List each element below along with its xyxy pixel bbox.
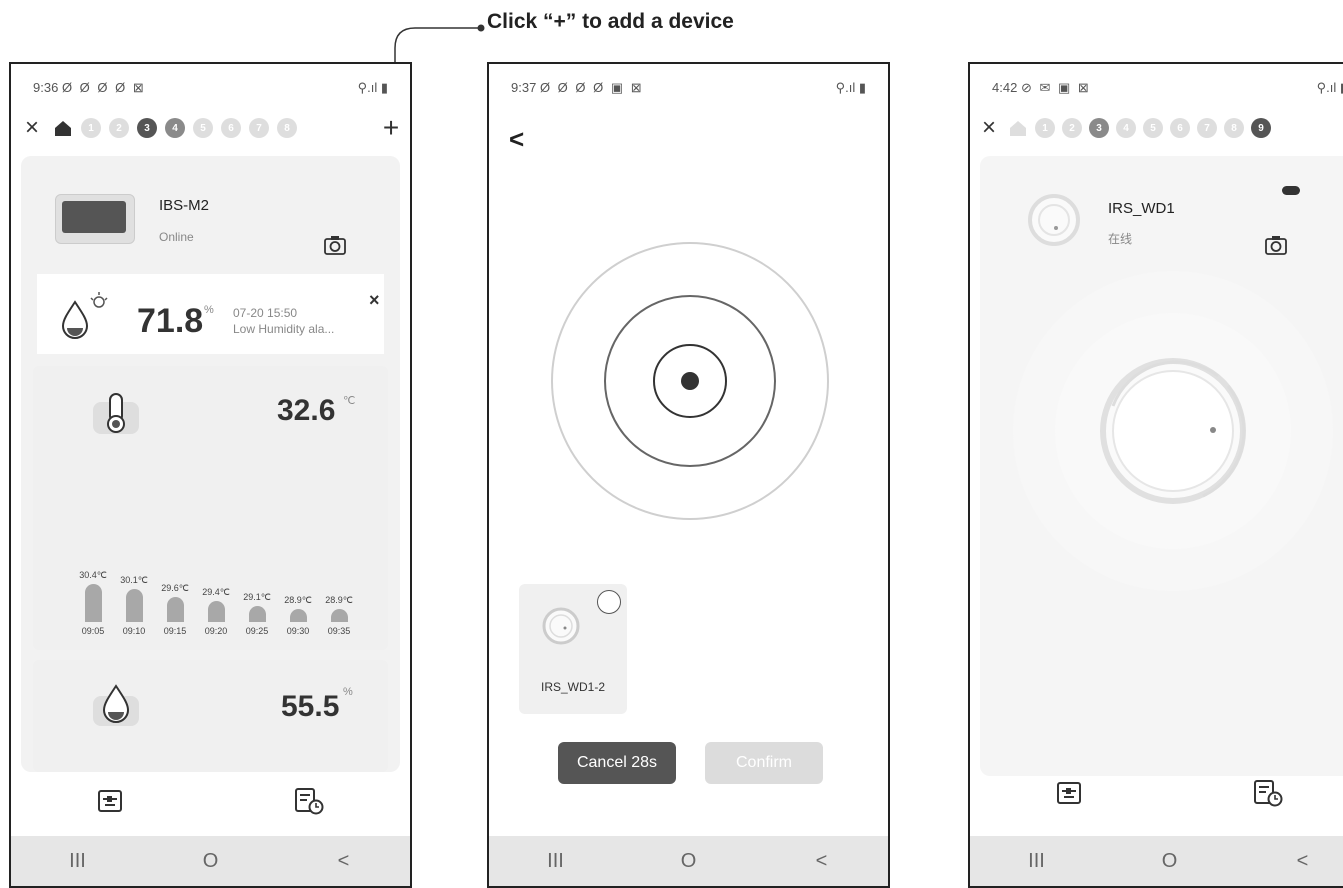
status-bar: 4:42 ⊘ ✉ ▣ ⊠ ⚲.ıl ▮	[992, 78, 1343, 98]
device-dot-1[interactable]: 1	[81, 118, 101, 138]
phone-screen-new-device: 4:42 ⊘ ✉ ▣ ⊠ ⚲.ıl ▮ × 1 2 3 4 5 6 7 8 9 …	[968, 62, 1343, 888]
device-page-dots: 1 2 3 4 5 6 7 8 9	[1008, 118, 1271, 138]
history-log-icon[interactable]	[294, 787, 324, 820]
device-dot-4[interactable]: 4	[165, 118, 185, 138]
battery-icon	[1282, 186, 1300, 195]
bottom-action-bar	[970, 770, 1343, 820]
callout-text: Click “+” to add a device	[487, 10, 734, 33]
humidity-unit: %	[343, 686, 353, 698]
device-status: 在线	[1108, 232, 1133, 246]
status-signal-icons: ⚲.ıl ▮	[835, 80, 866, 95]
device-tab-bar: × 1 2 3 4 5 6 7 8 +	[21, 112, 402, 144]
back-button[interactable]: <	[802, 850, 842, 873]
alarm-dismiss-button[interactable]: ×	[369, 290, 380, 311]
bottom-action-bar	[11, 778, 410, 828]
device-page-dots: 1 2 3 4 5 6 7 8	[53, 118, 297, 138]
phone-screen-device-search: 9:37 Ø Ø Ø Ø ▣ ⊠ ⚲.ıl ▮ < IRS_WD1-2 Canc…	[487, 62, 890, 888]
status-bar: 9:37 Ø Ø Ø Ø ▣ ⊠ ⚲.ıl ▮	[511, 78, 866, 98]
back-button[interactable]: <	[324, 850, 364, 873]
alarm-message: Low Humidity ala...	[233, 322, 335, 336]
device-thumbnail-icon	[1028, 194, 1080, 246]
alarm-unit: %	[204, 304, 214, 316]
device-dot-7[interactable]: 7	[1197, 118, 1217, 138]
status-time: 9:37	[511, 80, 537, 95]
settings-panel-icon[interactable]	[1056, 780, 1082, 811]
temperature-value: 32.6	[277, 394, 336, 427]
device-dot-1[interactable]: 1	[1035, 118, 1055, 138]
select-radio[interactable]	[597, 590, 621, 614]
system-nav-bar: III O <	[489, 836, 888, 886]
alarm-time: 07-20 15:50	[233, 306, 298, 320]
close-button[interactable]: ×	[21, 114, 43, 142]
system-nav-bar: III O <	[11, 836, 410, 886]
device-dot-8[interactable]: 8	[277, 118, 297, 138]
device-dot-3[interactable]: 3	[137, 118, 157, 138]
device-name: IBS-M2	[159, 197, 210, 214]
phone-screen-device-home: 9:36 Ø Ø Ø Ø ⊠ ⚲.ıl ▮ × 1 2 3 4 5 6 7 8 …	[9, 62, 412, 888]
camera-icon[interactable]	[323, 234, 347, 261]
recent-apps-button[interactable]: III	[1017, 850, 1057, 873]
status-notification-icons: Ø Ø Ø Ø ⊠	[61, 80, 146, 95]
confirm-button[interactable]: Confirm	[705, 742, 823, 784]
device-dot-4[interactable]: 4	[1116, 118, 1136, 138]
device-dot-7[interactable]: 7	[249, 118, 269, 138]
home-button[interactable]: O	[669, 850, 709, 873]
device-dot-2[interactable]: 2	[109, 118, 129, 138]
device-dot-5[interactable]: 5	[193, 118, 213, 138]
recent-apps-button[interactable]: III	[536, 850, 576, 873]
settings-panel-icon[interactable]	[97, 788, 123, 819]
thermometer-icon	[91, 390, 141, 441]
history-log-icon[interactable]	[1253, 779, 1283, 812]
cancel-button[interactable]: Cancel 28s	[558, 742, 676, 784]
recent-apps-button[interactable]: III	[58, 850, 98, 873]
device-image	[55, 194, 135, 244]
status-signal-icons: ⚲.ıl ▮	[1316, 80, 1343, 95]
status-notification-icons: Ø Ø Ø Ø ▣ ⊠	[539, 80, 644, 95]
device-dot-6[interactable]: 6	[221, 118, 241, 138]
device-dot-3[interactable]: 3	[1089, 118, 1109, 138]
device-dot-8[interactable]: 8	[1224, 118, 1244, 138]
close-button[interactable]: ×	[978, 114, 1000, 142]
device-dot-9[interactable]: 9	[1251, 118, 1271, 138]
found-device-name: IRS_WD1-2	[540, 680, 605, 694]
humidity-value: 55.5	[281, 690, 340, 723]
status-time: 4:42	[992, 80, 1018, 95]
add-device-button[interactable]: +	[380, 114, 402, 142]
humidity-icon	[91, 682, 141, 733]
status-notification-icons: ⊘ ✉ ▣ ⊠	[1020, 80, 1091, 95]
status-time: 9:36	[33, 80, 59, 95]
device-name: IRS_WD1	[1108, 200, 1175, 217]
system-nav-bar: III O <	[970, 836, 1343, 886]
found-device-card[interactable]: IRS_WD1-2	[519, 584, 627, 714]
device-dot-2[interactable]: 2	[1062, 118, 1082, 138]
home-button[interactable]: O	[1150, 850, 1190, 873]
device-dial-graphic	[1013, 271, 1333, 591]
home-button[interactable]: O	[191, 850, 231, 873]
back-button[interactable]: <	[1283, 850, 1323, 873]
device-dot-6[interactable]: 6	[1170, 118, 1190, 138]
device-thumbnail-icon	[542, 607, 580, 645]
status-bar: 9:36 Ø Ø Ø Ø ⊠ ⚲.ıl ▮	[33, 78, 388, 98]
home-icon[interactable]	[53, 119, 73, 137]
device-status: Online	[159, 230, 194, 244]
device-tab-bar: × 1 2 3 4 5 6 7 8 9 +	[978, 112, 1343, 144]
home-icon[interactable]	[1008, 119, 1028, 137]
back-arrow-icon[interactable]: <	[509, 124, 524, 155]
alarm-value: 71.8	[137, 302, 204, 340]
device-dot-5[interactable]: 5	[1143, 118, 1163, 138]
temperature-unit: ℃	[343, 395, 356, 407]
status-signal-icons: ⚲.ıl ▮	[357, 80, 388, 95]
humidity-alarm-icon	[57, 290, 117, 347]
radar-scan-graphic	[551, 242, 829, 520]
